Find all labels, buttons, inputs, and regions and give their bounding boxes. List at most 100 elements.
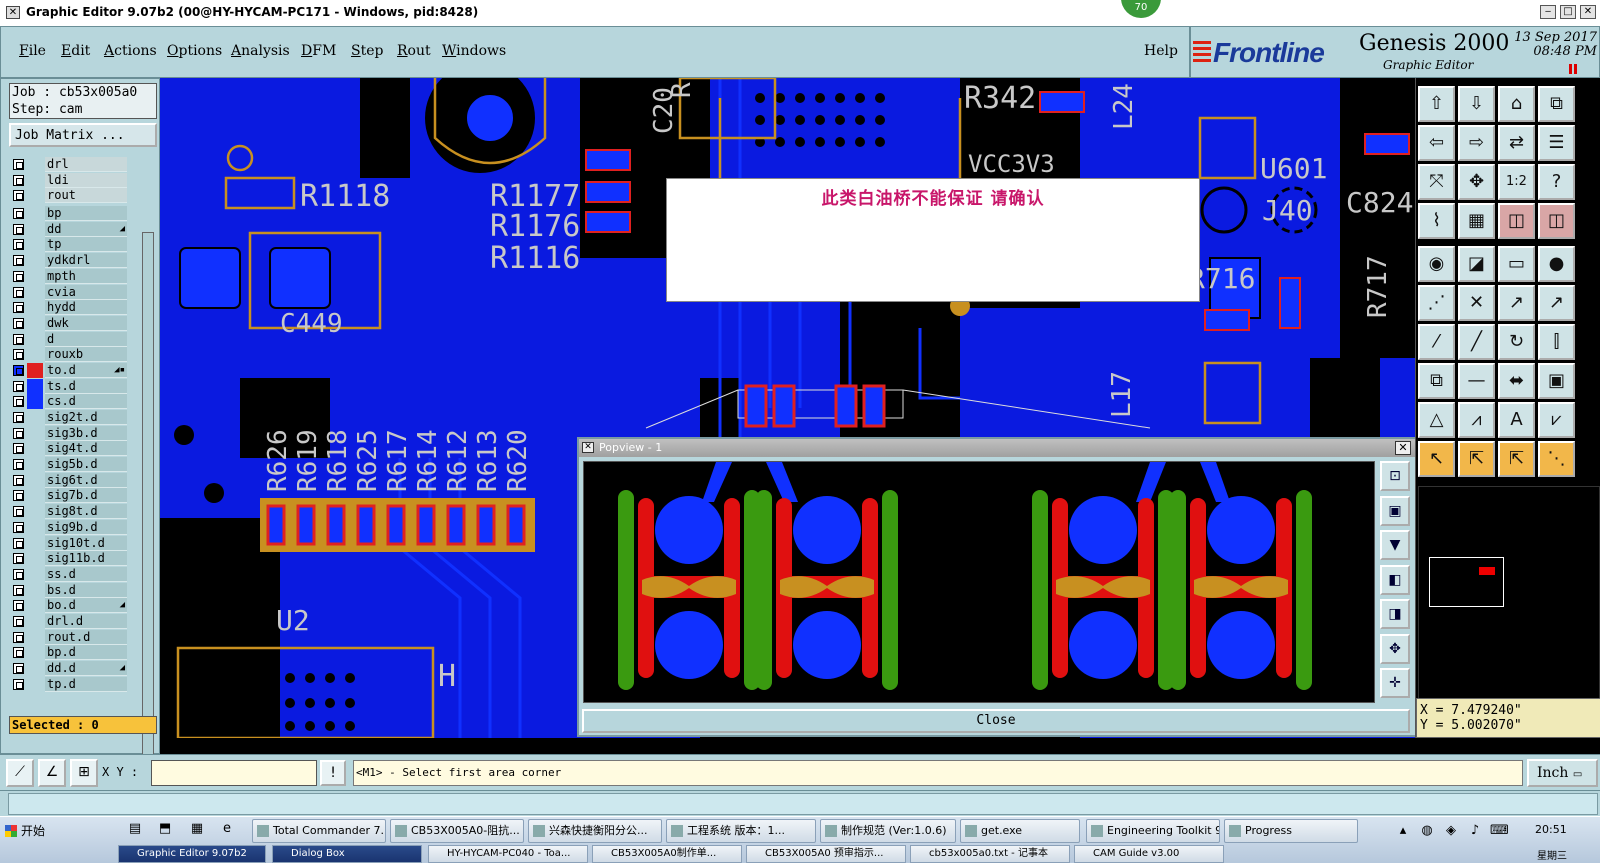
layer-checkbox[interactable]: [13, 270, 24, 282]
menu-dfm[interactable]: DFM: [301, 43, 336, 59]
layer-row[interactable]: bp.d: [11, 645, 129, 661]
layer-checkbox[interactable]: [13, 174, 24, 186]
layer-row[interactable]: sig6t.d: [11, 472, 129, 489]
layer-color-swatch[interactable]: [27, 316, 43, 331]
layer-color-swatch[interactable]: [27, 441, 43, 456]
layer-row[interactable]: dd ◢: [11, 221, 129, 238]
layer-color-swatch[interactable]: [27, 614, 43, 629]
menu-analysis[interactable]: Analysis: [231, 43, 290, 59]
info-icon[interactable]: !: [320, 760, 346, 786]
layer-row[interactable]: cvia: [11, 284, 129, 301]
split-icon[interactable]: ⫿: [1538, 324, 1575, 360]
layer-row[interactable]: sig7b.d: [11, 488, 129, 504]
resize-icon[interactable]: ⬌: [1498, 363, 1535, 399]
zoom-window-icon[interactable]: ⧉: [1538, 86, 1575, 122]
layer-color-swatch[interactable]: [27, 457, 43, 472]
layer-checkbox[interactable]: [13, 223, 24, 235]
move-down-icon[interactable]: ⇩: [1458, 86, 1495, 122]
tray-volume-icon[interactable]: ♪: [1466, 822, 1484, 840]
snap-icon[interactable]: ⟋: [6, 759, 34, 787]
layer-row[interactable]: rout: [11, 188, 129, 204]
layer-checkbox[interactable]: [13, 568, 24, 580]
pad-add-icon[interactable]: ◉: [1418, 246, 1455, 282]
layer-checkbox[interactable]: [13, 396, 24, 408]
layers-icon[interactable]: ☰: [1538, 125, 1575, 161]
layer-row[interactable]: cs.d: [11, 394, 129, 410]
minimize-button[interactable]: ‒: [1540, 5, 1556, 19]
task-spec[interactable]: 制作规范 (Ver:1.0.6): [820, 819, 956, 843]
clock-time[interactable]: 20:51: [1535, 823, 1567, 836]
menu-help[interactable]: Help: [1144, 43, 1178, 59]
help-icon[interactable]: ?: [1538, 164, 1575, 200]
task-impedance[interactable]: CB53X005A0-阻抗...: [390, 819, 524, 843]
layer-checkbox[interactable]: [13, 380, 24, 392]
task-engineering-toolkit[interactable]: Engineering Toolkit 9...: [1086, 819, 1220, 843]
overview-map[interactable]: [1418, 486, 1600, 704]
layer-color-swatch[interactable]: [27, 300, 43, 315]
layer-checkbox[interactable]: [13, 474, 24, 486]
tray-arrow-icon[interactable]: ▴: [1394, 822, 1412, 840]
layer-checkbox[interactable]: [13, 349, 24, 361]
layer-color-swatch[interactable]: [27, 222, 43, 237]
select-pointer-icon[interactable]: ↖: [1418, 441, 1455, 477]
layer-checkbox[interactable]: [13, 159, 24, 170]
layer-checkbox[interactable]: [13, 443, 24, 455]
layer-color-swatch[interactable]: [27, 253, 43, 268]
layer-checkbox[interactable]: [13, 459, 24, 471]
layer-row[interactable]: sig5b.d: [11, 457, 129, 473]
task-dialog-box[interactable]: Dialog Box: [272, 845, 422, 863]
layer-row[interactable]: hydd: [11, 300, 129, 316]
pdf-icon[interactable]: ⬒: [156, 820, 174, 838]
angle-icon[interactable]: ∠: [38, 759, 66, 787]
layer-row[interactable]: sig2t.d: [11, 410, 129, 426]
layer-row[interactable]: dd.d ◢: [11, 661, 129, 677]
layer-color-swatch[interactable]: [27, 394, 43, 410]
layer-color-swatch[interactable]: [27, 362, 43, 378]
task-total-commander[interactable]: Total Commander 7....: [252, 819, 386, 843]
layer-row[interactable]: to.d ◢▪: [11, 362, 129, 379]
layer-checkbox[interactable]: [13, 678, 24, 690]
menu-actions[interactable]: Actions: [104, 43, 157, 59]
maximize-button[interactable]: □: [1560, 5, 1576, 19]
layer-row[interactable]: tp: [11, 237, 129, 253]
close-window-button[interactable]: ✕: [1580, 5, 1596, 19]
units-selector[interactable]: Inch ▭: [1527, 759, 1598, 787]
layer-color-swatch[interactable]: [27, 630, 43, 645]
layer-checkbox[interactable]: [13, 412, 24, 423]
tray-network-icon[interactable]: ◍: [1418, 822, 1436, 840]
layer-row[interactable]: d: [11, 331, 129, 348]
layer-color-swatch[interactable]: [27, 520, 43, 535]
flip-icon[interactable]: ⇄: [1498, 125, 1535, 161]
layer-checkbox[interactable]: [13, 208, 24, 220]
start-button[interactable]: 开始: [3, 820, 65, 842]
layer-color-swatch[interactable]: [27, 426, 43, 441]
layer-color-swatch[interactable]: [27, 269, 43, 284]
menu-rout[interactable]: Rout: [397, 43, 431, 59]
triangle-split-icon[interactable]: ⩘: [1458, 402, 1495, 438]
layer-color-swatch[interactable]: [27, 173, 43, 188]
select-multi-icon[interactable]: ◫: [1538, 203, 1575, 239]
expand-icon[interactable]: ⤧: [1418, 164, 1455, 200]
layer-color-swatch[interactable]: [27, 598, 43, 613]
fit-all-icon[interactable]: ✥: [1380, 633, 1410, 664]
layer-row[interactable]: ydkdrl: [11, 253, 129, 269]
task-graphic-editor[interactable]: Graphic Editor 9.07b2: [118, 845, 266, 863]
cross-icon[interactable]: ✕: [1458, 285, 1495, 321]
layer-row[interactable]: ss.d: [11, 566, 129, 583]
popview-close-button[interactable]: Close: [582, 709, 1410, 733]
triangle-edit-icon[interactable]: ⩗: [1538, 402, 1575, 438]
layer-color-swatch[interactable]: [27, 410, 43, 425]
quicklaunch-icon[interactable]: ▤: [126, 820, 144, 838]
layer-color-swatch[interactable]: [27, 285, 43, 300]
pan-icon[interactable]: ✛: [1380, 668, 1410, 698]
task-remote-desktop[interactable]: HY-HYCAM-PC040 - Toa...: [428, 845, 588, 863]
layer-color-swatch[interactable]: [27, 347, 43, 362]
pause-icon[interactable]: [1569, 64, 1579, 74]
layer-color-swatch[interactable]: [27, 536, 43, 551]
task-get-exe[interactable]: get.exe: [960, 819, 1080, 843]
layer-color-swatch[interactable]: [27, 645, 43, 660]
layer-checkbox[interactable]: [13, 190, 24, 202]
select-touch-icon[interactable]: ⇱: [1498, 441, 1535, 477]
grid-icon[interactable]: ▦: [1458, 203, 1495, 239]
pan-right-icon[interactable]: ◨: [1380, 599, 1410, 629]
